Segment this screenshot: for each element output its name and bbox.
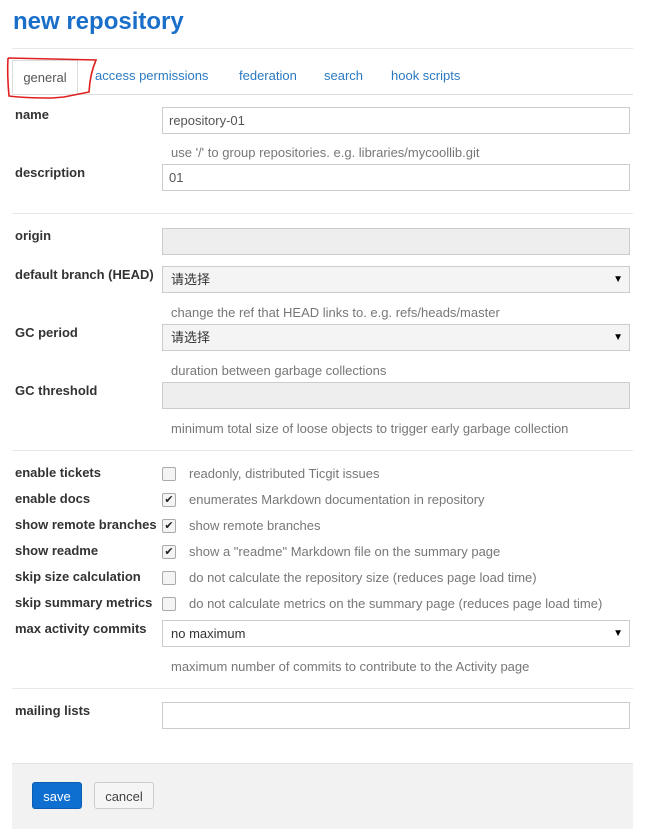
gc-threshold-help: minimum total size of loose objects to t…	[171, 421, 569, 436]
divider	[12, 450, 633, 451]
check-icon: ✔	[164, 520, 174, 532]
form-footer: save cancel	[12, 763, 633, 829]
checkbox[interactable]: ✔	[162, 493, 176, 507]
checkbox-description: do not calculate metrics on the summary …	[189, 596, 603, 611]
gc-period-label: GC period	[15, 325, 78, 340]
chevron-down-icon: ▼	[613, 332, 623, 343]
description-label: description	[15, 165, 86, 180]
head-select[interactable]: 请选择 ▼	[162, 266, 630, 293]
checkbox-description: enumerates Markdown documentation in rep…	[189, 492, 485, 507]
tab-federation[interactable]: federation	[239, 68, 297, 83]
checkbox-row-label: show remote branches	[15, 517, 157, 532]
origin-input[interactable]	[162, 228, 630, 255]
checkbox-description: readonly, distributed Ticgit issues	[189, 466, 380, 481]
max-commits-select[interactable]: no maximum ▼	[162, 620, 630, 647]
tab-hook-scripts[interactable]: hook scripts	[391, 68, 460, 83]
divider	[12, 213, 633, 214]
name-label: name	[15, 107, 49, 122]
name-input[interactable]: repository-01	[162, 107, 630, 134]
origin-label: origin	[15, 228, 52, 243]
gc-period-help: duration between garbage collections	[171, 363, 387, 378]
checkbox-row-label: skip summary metrics	[15, 595, 153, 610]
head-help: change the ref that HEAD links to. e.g. …	[171, 305, 500, 320]
max-commits-help: maximum number of commits to contribute …	[171, 659, 530, 674]
head-label: default branch (HEAD)	[15, 267, 154, 282]
checkbox-description: do not calculate the repository size (re…	[189, 570, 537, 585]
max-commits-label: max activity commits	[15, 621, 147, 636]
description-input[interactable]: 01	[162, 164, 630, 191]
gc-threshold-label: GC threshold	[15, 383, 98, 398]
tab-access-permissions[interactable]: access permissions	[95, 68, 208, 83]
checkbox[interactable]: ✔	[162, 519, 176, 533]
cancel-button[interactable]: cancel	[94, 782, 154, 809]
head-select-value: 请选择	[171, 272, 211, 287]
checkbox-description: show a "readme" Markdown file on the sum…	[189, 544, 501, 559]
divider	[12, 48, 633, 49]
check-icon: ✔	[164, 546, 174, 558]
max-commits-value: no maximum	[171, 626, 246, 641]
check-icon: ✔	[164, 494, 174, 506]
chevron-down-icon: ▼	[613, 628, 623, 639]
mailing-lists-input[interactable]	[162, 702, 630, 729]
chevron-down-icon: ▼	[613, 274, 623, 285]
checkbox[interactable]	[162, 571, 176, 585]
checkbox[interactable]: ✔	[162, 545, 176, 559]
gc-period-select[interactable]: 请选择 ▼	[162, 324, 630, 351]
checkbox-row-label: enable docs	[15, 491, 91, 506]
checkbox[interactable]	[162, 467, 176, 481]
save-button[interactable]: save	[32, 782, 82, 809]
red-annotation-outline	[6, 57, 98, 99]
tab-search[interactable]: search	[324, 68, 363, 83]
name-help: use '/' to group repositories. e.g. libr…	[171, 145, 480, 160]
tab-bar-border	[12, 94, 633, 95]
checkbox-row-label: enable tickets	[15, 465, 101, 480]
gc-threshold-input[interactable]	[162, 382, 630, 409]
checkbox[interactable]	[162, 597, 176, 611]
gc-period-value: 请选择	[171, 330, 211, 345]
page-title: new repository	[13, 8, 184, 35]
checkbox-row-label: show readme	[15, 543, 99, 558]
checkbox-row-label: skip size calculation	[15, 569, 141, 584]
divider	[12, 688, 633, 689]
mailing-lists-label: mailing lists	[15, 703, 91, 718]
checkbox-description: show remote branches	[189, 518, 321, 533]
